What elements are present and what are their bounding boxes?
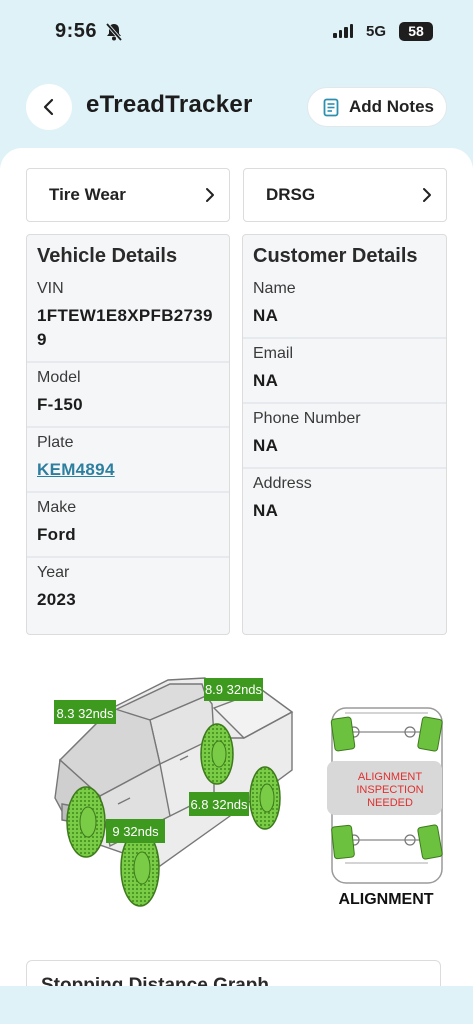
vin-field: VIN 1FTEW1E8XPFB27399 bbox=[27, 274, 229, 363]
status-time: 9:56 bbox=[55, 20, 98, 42]
plate-field: Plate KEM4894 bbox=[27, 428, 229, 493]
address-field: Address NA bbox=[243, 469, 446, 532]
year-field: Year 2023 bbox=[27, 558, 229, 621]
bell-off-icon bbox=[105, 22, 123, 42]
alignment-diagram: ALIGNMENT INSPECTION NEEDED ALIGNMENT bbox=[327, 707, 443, 908]
field-label: Name bbox=[253, 280, 296, 297]
alignment-warning-line1: ALIGNMENT bbox=[358, 771, 422, 783]
tire-rear-right bbox=[200, 723, 234, 785]
field-label: VIN bbox=[37, 280, 64, 297]
alignment-warning-line3: NEEDED bbox=[367, 797, 413, 809]
tire-wear-label: Tire Wear bbox=[49, 185, 126, 204]
name-field: Name NA bbox=[243, 274, 446, 339]
tire-front-right bbox=[66, 786, 106, 858]
tire-label-front-left: 9 32nds bbox=[112, 824, 159, 839]
field-label: Email bbox=[253, 345, 294, 362]
main-content: Tire Wear DRSG Vehicle Details VIN 1FTEW… bbox=[0, 148, 473, 1024]
phone-value: NA bbox=[253, 436, 279, 455]
tire-label-rear-left: 6.8 32nds bbox=[190, 797, 248, 812]
vin-value: 1FTEW1E8XPFB27399 bbox=[37, 306, 213, 349]
chevron-right-icon bbox=[206, 188, 214, 202]
drsg-nav[interactable]: DRSG bbox=[243, 168, 447, 222]
chevron-left-icon bbox=[43, 98, 54, 116]
model-field: Model F-150 bbox=[27, 363, 229, 428]
chevron-right-icon bbox=[423, 188, 431, 202]
field-label: Plate bbox=[37, 434, 74, 451]
email-value: NA bbox=[253, 371, 279, 390]
field-label: Make bbox=[37, 499, 77, 516]
tire-label-rear-right: 8.9 32nds bbox=[205, 682, 263, 697]
vehicle-details-title: Vehicle Details bbox=[37, 245, 178, 267]
add-notes-button[interactable]: Add Notes bbox=[307, 87, 447, 127]
plate-link[interactable]: KEM4894 bbox=[37, 458, 219, 482]
phone-field: Phone Number NA bbox=[243, 404, 446, 469]
customer-details-card: Customer Details Name NA Email NA Phone … bbox=[242, 234, 447, 635]
customer-details-title: Customer Details bbox=[253, 245, 418, 267]
status-bar: 9:56 5G 58 bbox=[0, 0, 473, 62]
network-type: 5G bbox=[366, 23, 387, 40]
alignment-label: ALIGNMENT bbox=[338, 891, 433, 908]
field-label: Address bbox=[253, 475, 312, 492]
alignment-warning-line2: INSPECTION bbox=[356, 784, 423, 796]
field-label: Model bbox=[37, 369, 81, 386]
make-value: Ford bbox=[37, 525, 76, 544]
field-label: Phone Number bbox=[253, 410, 361, 427]
model-value: F-150 bbox=[37, 395, 83, 414]
vehicle-details-card: Vehicle Details VIN 1FTEW1E8XPFB27399 Mo… bbox=[26, 234, 230, 635]
notes-icon bbox=[323, 98, 339, 116]
year-value: 2023 bbox=[37, 590, 77, 609]
add-notes-label: Add Notes bbox=[349, 97, 434, 116]
drsg-label: DRSG bbox=[266, 185, 316, 204]
signal-icon bbox=[333, 24, 353, 38]
battery-icon: 58 bbox=[399, 22, 433, 41]
bottom-bar bbox=[0, 986, 473, 1024]
app-title: eTreadTracker bbox=[86, 91, 253, 118]
back-button[interactable] bbox=[26, 84, 72, 130]
name-value: NA bbox=[253, 306, 279, 325]
address-value: NA bbox=[253, 501, 279, 520]
tire-label-front-right: 8.3 32nds bbox=[56, 706, 114, 721]
tire-rear-left bbox=[249, 766, 281, 830]
tire-diagram: 8.9 32nds 8.3 32nds 6.8 32nds 9 32nds AL… bbox=[54, 677, 443, 908]
email-field: Email NA bbox=[243, 339, 446, 404]
field-label: Year bbox=[37, 564, 70, 581]
make-field: Make Ford bbox=[27, 493, 229, 558]
tire-wear-nav[interactable]: Tire Wear bbox=[26, 168, 230, 222]
